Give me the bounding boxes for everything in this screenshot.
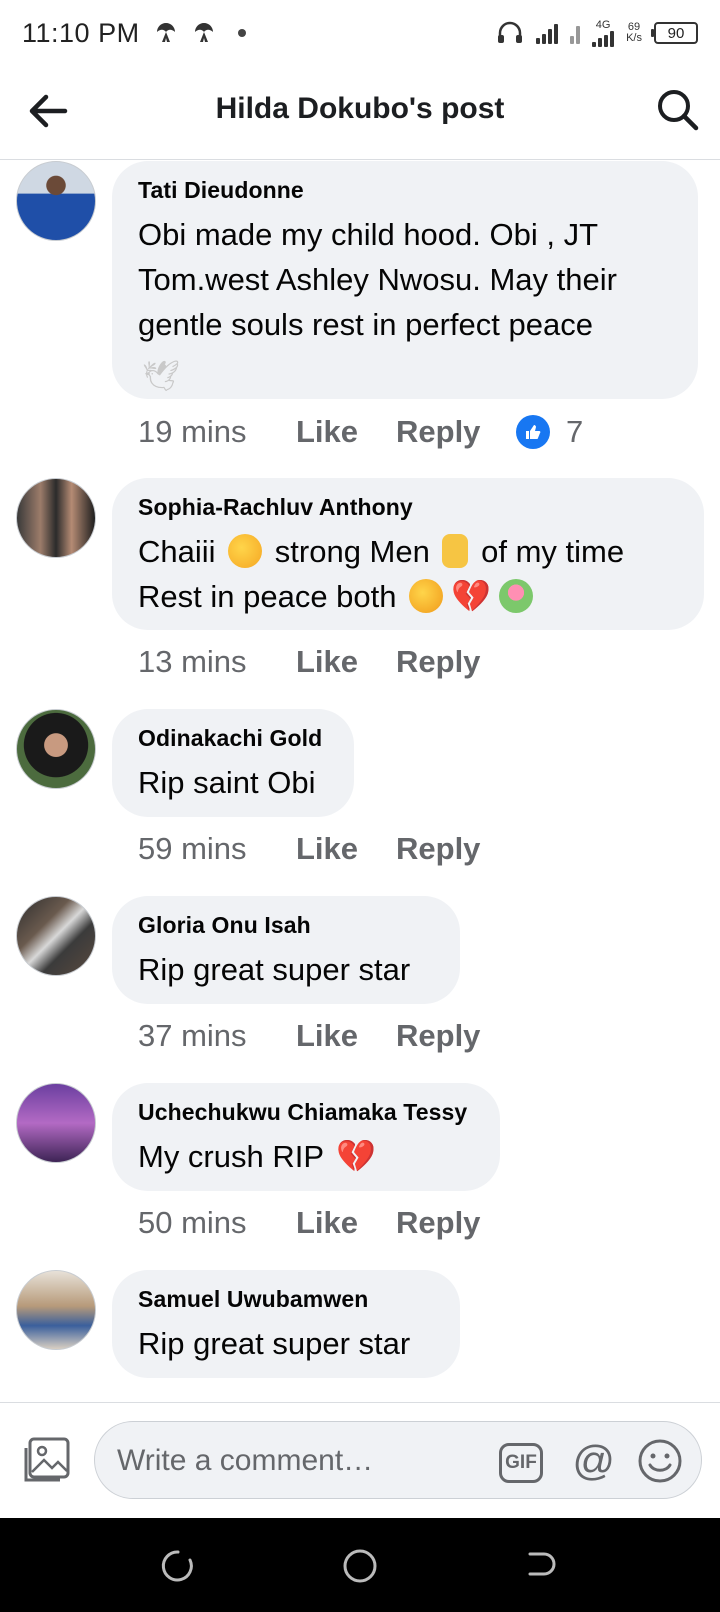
avatar[interactable] (16, 1270, 96, 1350)
comment-bubble[interactable]: Gloria Onu Isah Rip great super star (112, 896, 460, 1004)
comment-input[interactable]: Write a comment… GIF @ (94, 1421, 702, 1499)
home-icon[interactable] (342, 1548, 378, 1584)
network-speed: 69 K/s (626, 21, 642, 44)
avatar[interactable] (16, 1083, 96, 1163)
signal-icon (536, 22, 559, 44)
avatar[interactable] (16, 896, 96, 976)
comment-actions: 50 mins Like Reply (138, 1205, 516, 1241)
comment-text: Rip great super star (138, 952, 411, 987)
status-bar: 11:10 PM 4G 69 K/s 90 (0, 0, 720, 66)
reply-button[interactable]: Reply (396, 414, 516, 450)
page-title: Hilda Dokubo's post (215, 92, 505, 125)
like-button[interactable]: Like (296, 414, 396, 450)
like-button[interactable]: Like (296, 644, 396, 680)
signal-weak-icon (570, 22, 581, 44)
notification-icons (154, 21, 246, 45)
emoji-icon[interactable] (637, 1438, 683, 1484)
comment-list: Tati Dieudonne Obi made my child hood. O… (0, 161, 720, 1402)
app-notification-icon (156, 23, 175, 42)
gif-button[interactable]: GIF (499, 1443, 543, 1483)
comment-time[interactable]: 13 mins (138, 644, 296, 680)
comment-author[interactable]: Samuel Uwubamwen (138, 1286, 434, 1313)
reply-button[interactable]: Reply (396, 831, 516, 867)
system-nav-bar (0, 1518, 720, 1612)
comment-time[interactable]: 37 mins (138, 1018, 296, 1054)
comment-text: Rip great super star (138, 1326, 411, 1361)
comment-bubble[interactable]: Samuel Uwubamwen Rip great super star (112, 1270, 460, 1378)
comment-placeholder: Write a comment… (117, 1444, 374, 1477)
comment-bubble[interactable]: Sophia-Rachluv Anthony Chaiii strong Men… (112, 478, 704, 630)
reaction-count: 7 (566, 414, 584, 449)
comment-text: Rip saint Obi (138, 765, 316, 800)
comment-actions: 59 mins Like Reply (138, 831, 516, 867)
status-time: 11:10 PM (22, 17, 140, 48)
dove-emoji-icon: 🕊 (142, 360, 181, 393)
comment-time[interactable]: 19 mins (138, 414, 296, 450)
comment-bubble[interactable]: Tati Dieudonne Obi made my child hood. O… (112, 161, 698, 399)
reply-button[interactable]: Reply (396, 644, 516, 680)
comment-author[interactable]: Odinakachi Gold (138, 725, 328, 752)
thinking-face-icon (228, 534, 263, 568)
recent-apps-icon[interactable] (160, 1548, 196, 1584)
reply-button[interactable]: Reply (396, 1205, 516, 1241)
headphones-icon (498, 21, 523, 43)
comment-bubble[interactable]: Uchechukwu Chiamaka Tessy My crush RIP 💔 (112, 1083, 500, 1191)
like-button[interactable]: Like (296, 1018, 396, 1054)
broken-heart-icon: 💔 (451, 578, 491, 614)
raised-fist-icon (442, 534, 469, 568)
more-notifications-dot (237, 29, 246, 37)
comment-author[interactable]: Uchechukwu Chiamaka Tessy (138, 1099, 474, 1126)
like-button[interactable]: Like (296, 1205, 396, 1241)
weary-face-icon (409, 579, 444, 613)
network-4g: 4G (592, 19, 615, 47)
photo-icon[interactable] (22, 1436, 72, 1484)
avatar[interactable] (16, 161, 96, 241)
comment-time[interactable]: 50 mins (138, 1205, 296, 1241)
post-header: Hilda Dokubo's post (0, 66, 720, 160)
back-nav-icon[interactable] (522, 1548, 558, 1584)
search-icon[interactable] (656, 88, 700, 132)
battery-icon: 90 (651, 22, 698, 44)
mention-button[interactable]: @ (572, 1437, 615, 1485)
thumbs-up-icon (516, 415, 550, 449)
comment-text: My crush RIP 💔 (138, 1134, 474, 1179)
comment-composer: Write a comment… GIF @ (0, 1402, 720, 1518)
comment-author[interactable]: Tati Dieudonne (138, 177, 672, 204)
comment-text: Chaiii strong Men of my time Rest in pea… (138, 529, 678, 619)
comment-actions: 19 mins Like Reply 7 (138, 414, 583, 450)
comment-author[interactable]: Sophia-Rachluv Anthony (138, 494, 678, 521)
comment-actions: 13 mins Like Reply (138, 644, 516, 680)
reply-button[interactable]: Reply (396, 1018, 516, 1054)
reaction-summary[interactable]: 7 (516, 414, 583, 450)
app-notification-icon (194, 23, 213, 42)
avatar[interactable] (16, 709, 96, 789)
comment-time[interactable]: 59 mins (138, 831, 296, 867)
like-button[interactable]: Like (296, 831, 396, 867)
comment-text: Obi made my child hood. Obi , JT Tom.wes… (138, 212, 672, 399)
system-indicators: 4G 69 K/s 90 (496, 19, 698, 47)
bouquet-icon (498, 579, 533, 613)
avatar[interactable] (16, 478, 96, 558)
comment-author[interactable]: Gloria Onu Isah (138, 912, 434, 939)
comment-bubble[interactable]: Odinakachi Gold Rip saint Obi (112, 709, 354, 817)
broken-heart-icon: 💔 (336, 1138, 376, 1174)
comment-actions: 37 mins Like Reply (138, 1018, 516, 1054)
